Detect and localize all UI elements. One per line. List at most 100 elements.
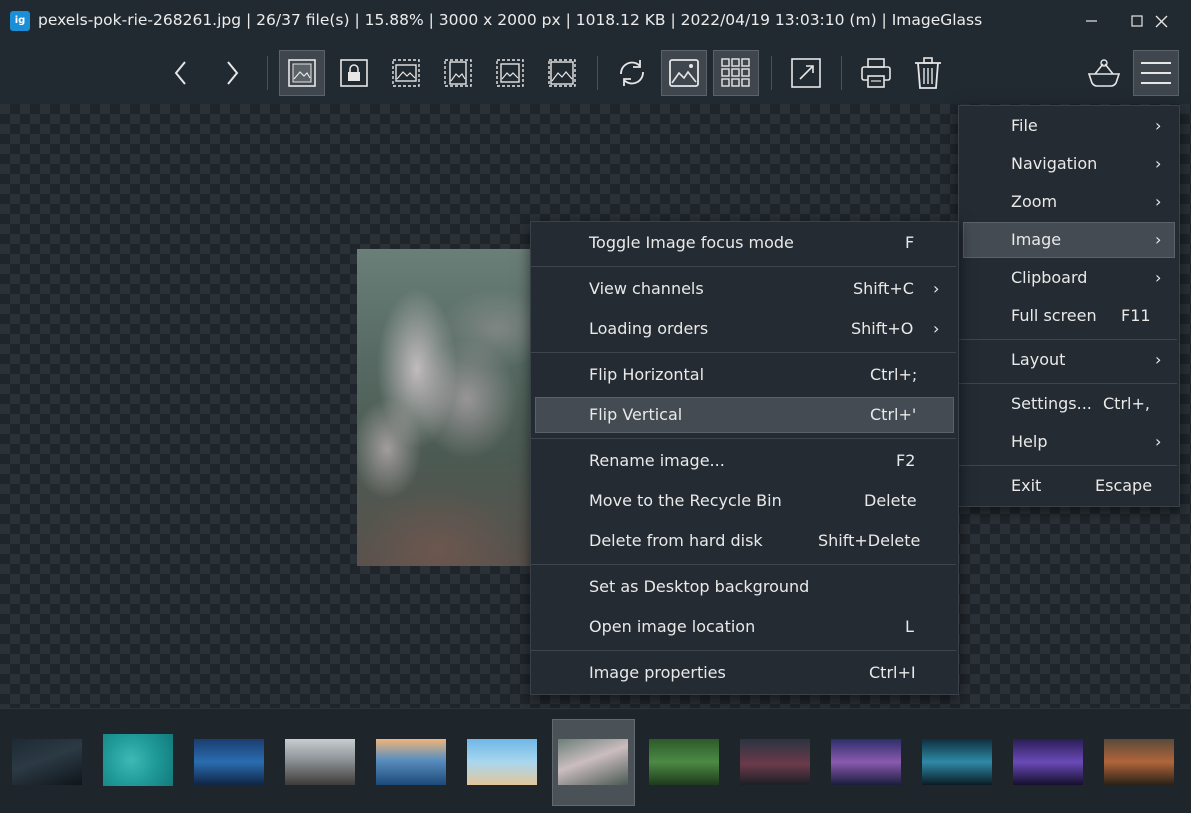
rotate-icon [620,60,644,86]
thumbnail-bar [0,708,1191,813]
menu-item-flip-horizontal[interactable]: Flip Horizontal Ctrl+; [535,357,954,393]
menu-item-file[interactable]: File › [963,108,1175,144]
menu-item-image-properties[interactable]: Image properties Ctrl+I [535,655,954,691]
menu-item-zoom[interactable]: Zoom › [963,184,1175,220]
menu-item-set-desktop-background[interactable]: Set as Desktop background [535,569,954,605]
menu-item-label: Move to the Recycle Bin [589,491,782,510]
toolbar-separator [267,56,268,90]
lock-zoom-button[interactable] [331,50,377,96]
menu-item-open-image-location[interactable]: Open image location L [535,609,954,645]
print-icon [861,58,891,88]
chevron-right-icon: › [1155,432,1162,451]
close-button[interactable] [1138,0,1184,42]
menu-separator [531,438,956,439]
main-menu: File › Navigation › Zoom › Image › Clipb… [958,105,1180,507]
menu-icon [1141,62,1171,84]
thumbnail[interactable] [649,739,719,785]
menu-item-label: Loading orders [589,319,709,338]
plugin-button[interactable] [1081,50,1127,96]
thumbnail[interactable] [558,739,628,785]
menu-item-layout[interactable]: Layout › [963,342,1175,378]
gallery-button[interactable] [713,50,759,96]
menu-item-shortcut: Escape [1095,476,1153,495]
menu-item-exit[interactable]: Exit Escape [963,468,1175,504]
thumbnail[interactable] [740,739,810,785]
chevron-right-icon: › [933,279,940,298]
menu-item-label: Open image location [589,617,756,636]
menu-item-rename-image[interactable]: Rename image... F2 [535,443,954,479]
menu-separator [959,465,1177,466]
menu-item-label: Toggle Image focus mode [589,233,794,252]
chevron-right-icon: › [933,319,940,338]
menu-item-full-screen[interactable]: Full screen F11 [963,298,1175,334]
chevron-right-icon: › [1155,230,1162,249]
previous-button[interactable] [158,50,204,96]
menu-item-toggle-focus-mode[interactable]: Toggle Image focus mode F [535,225,954,261]
thumbnail[interactable] [194,739,264,785]
thumbnail[interactable] [1013,739,1083,785]
menu-item-label: Settings... [1011,394,1092,413]
menu-separator [531,650,956,651]
thumbnail[interactable] [12,739,82,785]
menu-item-shortcut: Ctrl+' [870,405,917,424]
scale-to-height-button[interactable] [435,50,481,96]
scale-to-fit-icon [496,59,524,87]
chevron-right-icon: › [1155,116,1162,135]
thumbnail[interactable] [103,734,173,786]
menu-item-label: Full screen [1011,306,1097,325]
gallery-icon [721,58,750,87]
menu-item-settings[interactable]: Settings... Ctrl+, [963,386,1175,422]
fullscreen-button[interactable] [783,50,829,96]
menu-item-shortcut: Shift+O [851,319,914,338]
main-menu-button[interactable] [1133,50,1179,96]
minimize-button[interactable] [1068,0,1114,42]
rotate-button[interactable] [609,50,655,96]
menu-item-shortcut: F [905,233,915,252]
lock-zoom-icon [340,59,368,87]
scale-to-fill-icon [548,59,576,87]
scale-to-fit-button[interactable] [487,50,533,96]
menu-item-label: Exit [1011,476,1042,495]
checkerboard-icon [669,59,699,87]
print-button[interactable] [853,50,899,96]
fullscreen-icon [791,58,821,88]
checkerboard-button[interactable] [661,50,707,96]
next-icon [227,61,239,85]
menu-item-clipboard[interactable]: Clipboard › [963,260,1175,296]
menu-item-flip-vertical[interactable]: Flip Vertical Ctrl+' [535,397,954,433]
toolbar-separator [841,56,842,90]
menu-item-help[interactable]: Help › [963,424,1175,460]
previous-icon [174,61,186,85]
menu-item-label: Layout [1011,350,1066,369]
thumbnail[interactable] [1104,739,1174,785]
auto-zoom-button[interactable] [279,50,325,96]
thumbnail[interactable] [831,739,901,785]
menu-item-label: Rename image... [589,451,725,470]
menu-item-image[interactable]: Image › [963,222,1175,258]
menu-separator [959,339,1177,340]
menu-item-navigation[interactable]: Navigation › [963,146,1175,182]
close-icon [1155,15,1168,28]
toolbar [0,42,1191,104]
next-button[interactable] [209,50,255,96]
menu-item-shortcut: Shift+Delete [818,531,921,550]
menu-item-shortcut: F11 [1121,306,1151,325]
scale-to-fill-button[interactable] [539,50,585,96]
menu-item-label: Image [1011,230,1062,249]
menu-item-label: Zoom [1011,192,1058,211]
thumbnail[interactable] [467,739,537,785]
menu-item-delete-from-disk[interactable]: Delete from hard disk Shift+Delete [535,523,954,559]
menu-item-view-channels[interactable]: View channels Shift+C › [535,271,954,307]
menu-separator [531,352,956,353]
plugin-icon [1087,59,1121,87]
thumbnail[interactable] [376,739,446,785]
menu-item-loading-orders[interactable]: Loading orders Shift+O › [535,311,954,347]
thumbnail[interactable] [285,739,355,785]
menu-item-move-to-recycle-bin[interactable]: Move to the Recycle Bin Delete [535,483,954,519]
thumbnail[interactable] [922,739,992,785]
menu-item-label: Delete from hard disk [589,531,763,550]
menu-item-shortcut: Delete [864,491,917,510]
scale-to-width-button[interactable] [383,50,429,96]
menu-item-label: Set as Desktop background [589,577,810,596]
delete-button[interactable] [905,50,951,96]
